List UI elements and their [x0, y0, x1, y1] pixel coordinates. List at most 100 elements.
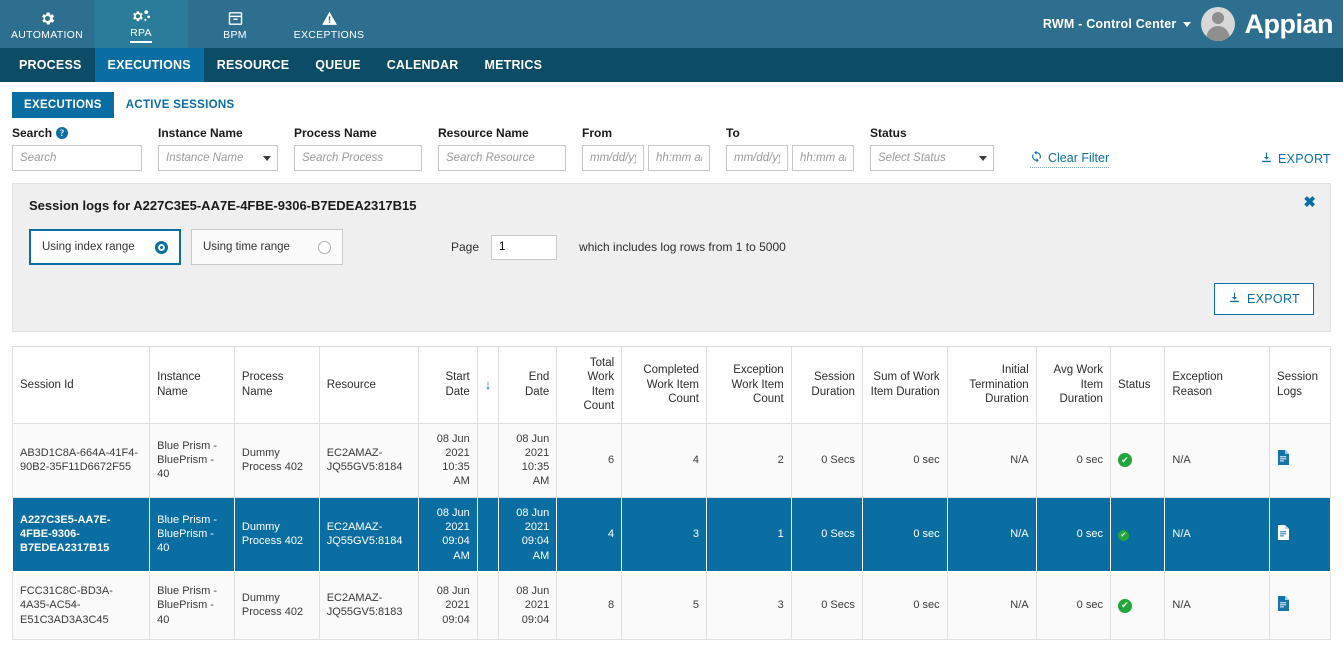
filter-bar: Search ? Instance Name Process Name Reso…: [12, 126, 1331, 183]
col-end-date[interactable]: End Date: [497, 347, 558, 424]
appian-logo: Appian: [1244, 8, 1334, 39]
col-session-id[interactable]: Session Id: [11, 347, 151, 424]
app-tab-exceptions[interactable]: EXCEPTIONS: [282, 0, 376, 48]
col-initial-termination-duration[interactable]: Initial Termination Duration: [946, 347, 1037, 424]
process-name-label: Process Name: [294, 126, 377, 140]
document-icon[interactable]: [1277, 524, 1290, 544]
radio-using-time-range[interactable]: Using time range: [191, 229, 343, 265]
cell-session-id: A227C3E5-AA7E-4FBE-9306-B7EDEA2317B15: [11, 496, 151, 572]
help-icon[interactable]: ?: [56, 127, 69, 139]
col-exception-work-item-count[interactable]: Exception Work Item Count: [705, 347, 792, 424]
app-tab-rpa[interactable]: RPA: [94, 0, 188, 48]
cell-total-work-item-count: 8: [556, 570, 623, 640]
tab-active-sessions[interactable]: ACTIVE SESSIONS: [114, 92, 247, 118]
process-name-input[interactable]: [294, 145, 422, 171]
cell-exception-reason: N/A: [1164, 570, 1271, 640]
cell-exception-reason: N/A: [1164, 496, 1271, 572]
table-row[interactable]: FCC31C8C-BD3A-4A35-AC54-E51C3AD3A3C45 Bl…: [11, 570, 1331, 640]
clear-filter-button[interactable]: Clear Filter: [1030, 150, 1110, 168]
table-body: AB3D1C8A-664A-41F4-90B2-35F11D6672F55 Bl…: [11, 422, 1331, 640]
session-logs-panel: ✖ Session logs for A227C3E5-AA7E-4FBE-93…: [12, 183, 1331, 332]
col-sum-of-work-item-duration[interactable]: Sum of Work Item Duration: [861, 347, 948, 424]
status-success-icon: ✔: [1117, 598, 1132, 613]
col-session-logs[interactable]: Session Logs: [1269, 347, 1331, 424]
subnav-item-process[interactable]: PROCESS: [6, 48, 95, 82]
subnav-item-resource[interactable]: RESOURCE: [204, 48, 302, 82]
chevron-down-icon[interactable]: [1182, 21, 1191, 27]
cell-status: ✔: [1109, 422, 1166, 498]
cell-process-name: Dummy Process 402: [233, 422, 320, 498]
app-tab-label: AUTOMATION: [10, 28, 84, 41]
org-selector-label[interactable]: RWM - Control Center: [1043, 17, 1177, 31]
status-success-icon: ✔: [1117, 530, 1129, 542]
to-time-input[interactable]: [792, 145, 854, 171]
from-date-input[interactable]: [582, 145, 644, 171]
gear-icon: [39, 10, 56, 27]
panel-export-button[interactable]: EXPORT: [1214, 283, 1314, 315]
page-input[interactable]: [491, 234, 558, 260]
cell-session-logs[interactable]: [1269, 496, 1331, 572]
cell-start-date: 08 Jun 2021 09:04 AM: [418, 496, 478, 572]
subnav-item-executions[interactable]: EXECUTIONS: [94, 48, 204, 82]
app-tab-label: BPM: [223, 28, 247, 41]
col-completed-work-item-count[interactable]: Completed Work Item Count: [621, 347, 707, 424]
cell-end-date: 08 Jun 2021 10:35 AM: [497, 422, 558, 498]
col-resource[interactable]: Resource: [318, 347, 420, 424]
panel-export-row: EXPORT: [29, 283, 1314, 315]
avatar[interactable]: [1200, 7, 1235, 41]
tab-executions[interactable]: EXECUTIONS: [12, 92, 114, 118]
radio-label: Using index range: [42, 241, 135, 253]
instance-name-select[interactable]: [158, 145, 278, 171]
to-date-input[interactable]: [726, 145, 788, 171]
document-icon[interactable]: [1277, 450, 1290, 469]
search-input[interactable]: [12, 145, 142, 171]
page-range-note: which includes log rows from 1 to 5000: [579, 240, 786, 254]
cell-sum-of-work-item-duration: 0 sec: [861, 496, 948, 572]
col-session-duration[interactable]: Session Duration: [790, 347, 863, 424]
cell-sum-of-work-item-duration: 0 sec: [861, 422, 948, 498]
app-tab-automation[interactable]: AUTOMATION: [0, 0, 94, 48]
session-logs-controls: Using index range Using time range Page …: [29, 229, 1314, 265]
resource-name-input[interactable]: [438, 145, 566, 171]
status-label: Status: [870, 126, 907, 140]
executions-table-wrapper[interactable]: Session Id Instance Name Process Name Re…: [11, 346, 1331, 640]
sort-descending-arrow-icon[interactable]: ↓: [476, 347, 499, 424]
cell-session-logs[interactable]: [1269, 422, 1331, 498]
warning-triangle-icon: [321, 10, 338, 27]
col-process-name[interactable]: Process Name: [233, 347, 320, 424]
cell-exception-reason: N/A: [1164, 422, 1271, 498]
col-total-work-item-count[interactable]: Total Work Item Count: [556, 347, 623, 424]
cell-initial-termination-duration: N/A: [946, 496, 1037, 572]
clear-filter-label: Clear Filter: [1048, 151, 1110, 165]
radio-using-index-range[interactable]: Using index range: [29, 229, 181, 265]
filter-instance-name: Instance Name: [158, 126, 278, 171]
app-tab-bpm[interactable]: BPM: [188, 0, 282, 48]
cell-status: ✔: [1109, 496, 1166, 572]
cell-end-date: 08 Jun 2021 09:04 AM: [497, 496, 558, 572]
cell-session-logs[interactable]: [1269, 570, 1331, 640]
cell-session-duration: 0 Secs: [790, 570, 863, 640]
subnav-item-metrics[interactable]: METRICS: [471, 48, 555, 82]
col-start-date[interactable]: Start Date: [418, 347, 478, 424]
from-time-input[interactable]: [648, 145, 710, 171]
document-icon[interactable]: [1277, 595, 1290, 615]
cell-session-id: FCC31C8C-BD3A-4A35-AC54-E51C3AD3A3C45: [11, 570, 151, 640]
gears-icon: [132, 8, 151, 25]
col-instance-name[interactable]: Instance Name: [149, 347, 235, 424]
col-avg-work-item-duration[interactable]: Avg Work Item Duration: [1035, 347, 1111, 424]
subnav-item-calendar[interactable]: CALENDAR: [374, 48, 472, 82]
to-date-time: [726, 145, 854, 171]
sort-arrow-glyph: ↓: [484, 376, 492, 392]
export-link-button[interactable]: EXPORT: [1260, 151, 1331, 167]
table-row[interactable]: AB3D1C8A-664A-41F4-90B2-35F11D6672F55 Bl…: [11, 422, 1331, 498]
close-icon[interactable]: ✖: [1303, 195, 1316, 210]
cell-initial-termination-duration: N/A: [946, 422, 1037, 498]
table-row[interactable]: A227C3E5-AA7E-4FBE-9306-B7EDEA2317B15 Bl…: [11, 496, 1331, 572]
filter-to: To: [726, 126, 854, 171]
from-date-time: [582, 145, 710, 171]
status-select[interactable]: [870, 145, 994, 171]
col-exception-reason[interactable]: Exception Reason: [1164, 347, 1271, 424]
filter-from: From: [582, 126, 710, 171]
col-status[interactable]: Status: [1109, 347, 1166, 424]
subnav-item-queue[interactable]: QUEUE: [302, 48, 373, 82]
